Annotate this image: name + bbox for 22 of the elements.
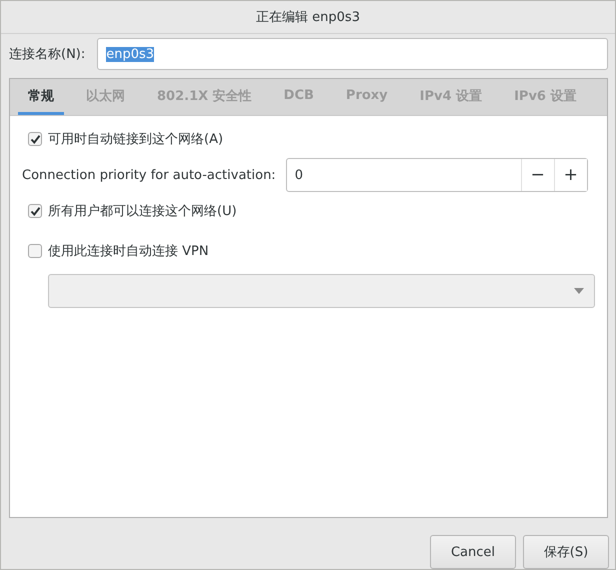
tab[interactable]: DCB	[274, 79, 324, 115]
checkbox-label: 所有用户都可以连接这个网络(U)	[48, 203, 237, 220]
checkbox[interactable]	[28, 204, 42, 218]
tab[interactable]: IPv4 设置	[410, 79, 492, 115]
checkbox[interactable]	[28, 132, 42, 146]
field-label: 连接名称(N):	[9, 46, 86, 63]
tab[interactable]: 802.1X 安全性	[147, 79, 262, 115]
checkbox[interactable]	[28, 244, 42, 258]
checkbox-label: 可用时自动链接到这个网络(A)	[48, 131, 224, 148]
tab[interactable]: 常规	[18, 79, 64, 115]
checkbox-label: 使用此连接时自动连接 VPN	[48, 243, 209, 260]
dialog-button[interactable]: Cancel	[430, 535, 516, 569]
field-label: Connection priority for auto-activation:	[22, 168, 276, 182]
caret-icon	[574, 288, 584, 294]
tab[interactable]: 以太网	[76, 79, 135, 115]
increment-button[interactable]: +	[554, 159, 587, 191]
dialog-button[interactable]: 保存(S)	[523, 535, 609, 569]
priority-spinner[interactable]: 0 − +	[286, 158, 588, 192]
tab[interactable]: Proxy	[336, 79, 398, 115]
window-title: 正在编辑 enp0s3	[256, 9, 360, 26]
connection-name-field[interactable]: enp0s3	[97, 38, 608, 70]
tab[interactable]: IPv6 设置	[504, 79, 586, 115]
